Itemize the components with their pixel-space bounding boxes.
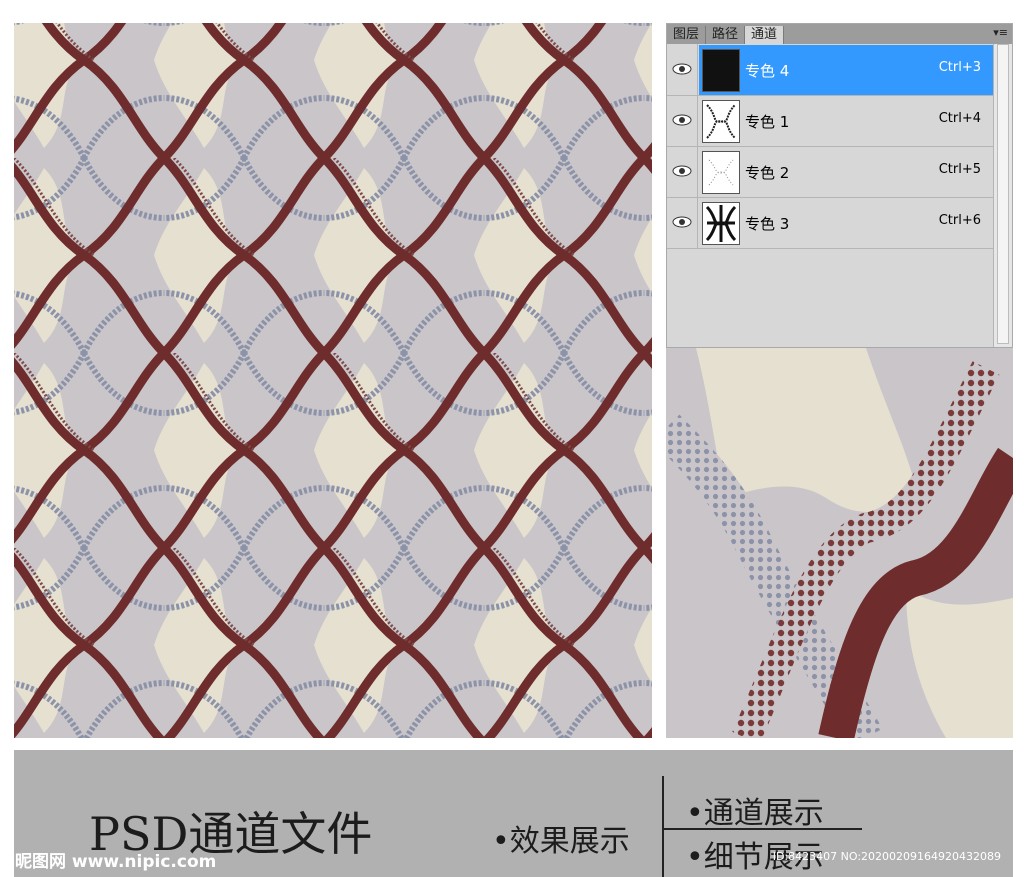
channel-shortcut: Ctrl+3: [938, 60, 981, 75]
eye-icon[interactable]: [671, 59, 693, 79]
channel-name: 专色 4: [745, 62, 790, 80]
eye-icon[interactable]: [671, 212, 693, 232]
detail-art: [666, 348, 1013, 738]
channel-shortcut: Ctrl+5: [938, 162, 981, 177]
pattern-preview: [14, 23, 652, 738]
channels-panel: 图层 路径 通道 ▾≡ 专色 4 Ctrl+3 专色 1 Ctrl+4 专色 2…: [666, 23, 1013, 348]
channel-row[interactable]: 专色 2 Ctrl+5: [667, 147, 993, 198]
footer-effect-label: •效果展示: [492, 824, 630, 859]
panel-menu-icon[interactable]: ▾≡: [993, 26, 1008, 39]
eye-icon[interactable]: [671, 161, 693, 181]
channel-thumbnail: [702, 202, 740, 245]
channel-name: 专色 2: [745, 164, 790, 182]
channel-row-main[interactable]: 专色 2 Ctrl+5: [699, 147, 993, 197]
watermark-logo: 昵图网 www.nipic.com: [15, 852, 217, 872]
detail-preview: [666, 348, 1013, 738]
panel-tabs: 图层 路径 通道 ▾≡: [667, 24, 1012, 44]
tab-layers[interactable]: 图层: [667, 26, 707, 44]
channel-shortcut: Ctrl+6: [938, 213, 981, 228]
footer-banner: PSD通道文件 •效果展示 •通道展示 •细节展示 昵图网 www.nipic.…: [14, 750, 1013, 877]
tab-channels[interactable]: 通道: [745, 26, 785, 44]
channel-name: 专色 3: [745, 215, 790, 233]
channel-thumbnail: [702, 151, 740, 194]
channel-name: 专色 1: [745, 113, 790, 131]
channel-row-main[interactable]: 专色 4 Ctrl+3: [699, 45, 993, 95]
eye-icon[interactable]: [671, 110, 693, 130]
scrollbar-thumb[interactable]: [997, 44, 1009, 344]
channel-row-main[interactable]: 专色 3 Ctrl+6: [699, 198, 993, 248]
channel-thumbnail: [702, 49, 740, 92]
footer-divider-vertical: [662, 776, 664, 877]
channel-row[interactable]: 专色 1 Ctrl+4: [667, 96, 993, 147]
channel-thumbnail: [702, 100, 740, 143]
panel-scrollbar[interactable]: [993, 44, 1012, 347]
footer-channel-label: •通道展示: [686, 796, 824, 831]
channel-row-main[interactable]: 专色 1 Ctrl+4: [699, 96, 993, 146]
watermark-id: ID:8423407 NO:20200209164920432089: [772, 850, 1001, 863]
channel-row[interactable]: 专色 4 Ctrl+3: [667, 45, 993, 96]
channel-shortcut: Ctrl+4: [938, 111, 981, 126]
tab-paths[interactable]: 路径: [706, 26, 746, 44]
channel-row[interactable]: 专色 3 Ctrl+6: [667, 198, 993, 249]
pattern-art: [14, 23, 652, 738]
